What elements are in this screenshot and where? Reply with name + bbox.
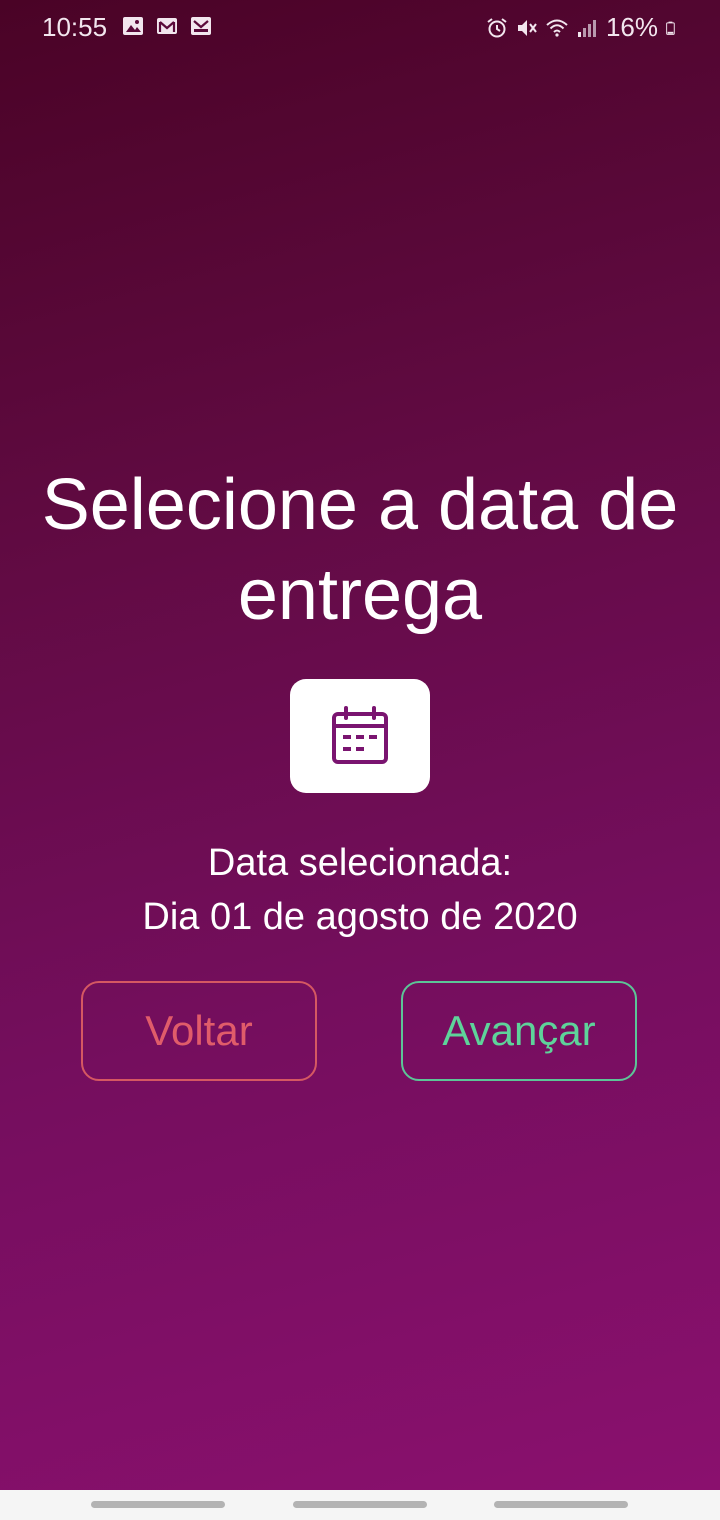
signal-icon	[577, 19, 596, 37]
gmail-icon	[191, 17, 211, 35]
app-screen: 10:55 16% Selecione a data de entrega Da…	[0, 0, 720, 1490]
selected-date-value: Dia 01 de agosto de 2020	[142, 896, 578, 938]
gmail-icon	[157, 18, 177, 34]
battery-percentage: 16%	[605, 12, 658, 42]
nav-home-button[interactable]	[293, 1501, 427, 1508]
wifi-icon	[546, 19, 568, 37]
next-button[interactable]: Avançar	[401, 981, 637, 1081]
status-bar: 10:55 16%	[0, 0, 720, 56]
nav-back-button[interactable]	[494, 1501, 628, 1508]
page-title: Selecione a data de entrega	[0, 460, 720, 640]
title-line-1: Selecione a data de	[41, 465, 679, 545]
mute-icon	[517, 19, 537, 36]
selected-date-label: Data selecionada:	[207, 842, 513, 884]
back-button[interactable]: Voltar	[81, 981, 317, 1081]
nav-recents-button[interactable]	[91, 1501, 225, 1508]
battery-icon	[666, 21, 675, 35]
title-line-2: entrega	[237, 555, 483, 635]
navigation-bar	[0, 1490, 720, 1520]
notification-icons	[122, 15, 212, 37]
calendar-icon	[332, 706, 388, 764]
calendar-button[interactable]	[290, 679, 430, 793]
status-time: 10:55	[42, 12, 108, 42]
image-icon	[123, 17, 143, 35]
alarm-icon	[487, 17, 507, 37]
system-icons: 16%	[486, 12, 680, 43]
